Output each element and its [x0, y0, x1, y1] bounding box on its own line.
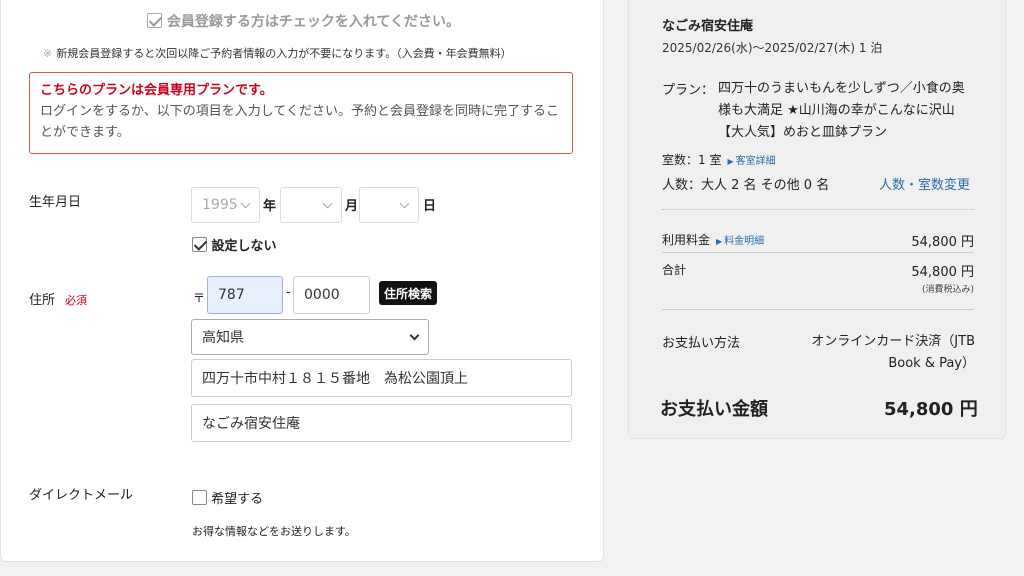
- member-register-checkbox[interactable]: [147, 13, 162, 28]
- direct-mail-label: ダイレクトメール: [29, 488, 134, 503]
- fee-detail-link[interactable]: 料金明細: [716, 236, 764, 247]
- birth-year-select[interactable]: 1995: [191, 187, 260, 223]
- change-people-rooms-link[interactable]: 人数・室数変更: [879, 174, 970, 193]
- divider: [662, 309, 974, 310]
- hotel-name: なごみ宿安住庵: [662, 19, 754, 34]
- birth-date-label: 生年月日: [29, 195, 82, 210]
- birth-no-set-row[interactable]: 設定しない: [192, 235, 277, 254]
- member-register-checkbox-row[interactable]: 会員登録する方はチェックを入れてください。: [147, 11, 460, 31]
- rooms-text: 室数：1 室: [662, 153, 722, 167]
- direct-mail-checkbox-row[interactable]: 希望する: [192, 488, 263, 507]
- tax-note: (消費税込み): [921, 285, 974, 295]
- birth-year-value: 1995: [202, 197, 238, 213]
- room-detail-link[interactable]: 客室詳細: [727, 156, 775, 167]
- chevron-down-icon: [322, 198, 333, 208]
- plan-label: プラン：: [662, 83, 715, 98]
- people-text: 人数：大人 2 名 その他 0 名: [662, 178, 830, 193]
- chevron-down-icon: [409, 330, 420, 340]
- birth-no-set-checkbox[interactable]: [192, 237, 207, 252]
- postal-mark: 〒: [193, 291, 206, 305]
- divider: [662, 252, 974, 253]
- fee-label: 利用料金: [662, 233, 711, 247]
- prefecture-value: 高知県: [202, 330, 244, 346]
- month-unit: 月: [345, 199, 359, 214]
- chevron-down-icon: [399, 198, 410, 208]
- alert-title: こちらのプランは会員専用プランです。: [40, 83, 273, 98]
- reservation-form-card: 会員登録する方はチェックを入れてください。 ※ 新規会員登録すると次回以降ご予約者…: [0, 0, 604, 562]
- total-label: 合計: [662, 263, 687, 277]
- rooms-row: 室数：1 室客室詳細: [662, 151, 776, 168]
- address-label: 住所: [29, 293, 56, 308]
- fee-value: 54,800 円: [911, 235, 974, 250]
- year-unit: 年: [263, 199, 277, 214]
- payment-amount-value: 54,800 円: [884, 399, 978, 420]
- member-note-text: 新規会員登録すると次回以降ご予約者情報の入力が不要になります。（入会費・年会費無…: [56, 47, 512, 60]
- total-value: 54,800 円: [911, 265, 974, 280]
- postal-code-second-input[interactable]: 0000: [293, 276, 370, 314]
- payment-amount-label: お支払い金額: [660, 399, 768, 420]
- address-line1-input[interactable]: 四万十市中村１８１５番地 為松公園頂上: [191, 359, 572, 397]
- member-register-label: 会員登録する方はチェックを入れてください。: [166, 14, 461, 30]
- member-only-alert: こちらのプランは会員専用プランです。 ログインをするか、以下の項目を入力してくだ…: [29, 72, 573, 154]
- required-badge: 必須: [65, 294, 88, 307]
- chevron-down-icon: [240, 198, 251, 208]
- alert-body: ログインをするか、以下の項目を入力してください。予約と会員登録を同時に完了するこ…: [40, 104, 559, 140]
- payment-method-label: お支払い方法: [662, 336, 741, 351]
- address-label-row: 住所 必須: [29, 289, 87, 308]
- note-mark: ※: [43, 47, 53, 60]
- birth-no-set-label: 設定しない: [211, 239, 277, 254]
- reservation-summary-card: なごみ宿安住庵 2025/02/26(水)〜2025/02/27(木) 1 泊 …: [628, 0, 1006, 439]
- birth-month-select[interactable]: [280, 187, 342, 223]
- stay-dates: 2025/02/26(水)〜2025/02/27(木) 1 泊: [662, 41, 883, 55]
- address-search-button[interactable]: 住所検索: [379, 281, 438, 305]
- prefecture-select[interactable]: 高知県: [191, 319, 429, 355]
- direct-mail-checkbox[interactable]: [192, 490, 207, 505]
- postal-separator: -: [286, 285, 291, 300]
- member-note: ※ 新規会員登録すると次回以降ご予約者情報の入力が不要になります。（入会費・年会費…: [43, 45, 512, 61]
- plan-name: 四万十のうまいもんを少しずつ／小食の奥様も大満足 ★山川海の幸がこんなに沢山【大…: [718, 81, 965, 140]
- divider: [662, 209, 974, 210]
- payment-method-value: オンラインカード決済（JTB Book & Pay）: [811, 334, 975, 371]
- direct-mail-checkbox-label: 希望する: [211, 492, 264, 507]
- address-line2-input[interactable]: なごみ宿安住庵: [191, 404, 572, 442]
- birth-day-select[interactable]: [359, 187, 419, 223]
- postal-code-first-input[interactable]: 787: [207, 276, 283, 314]
- direct-mail-note: お得な情報などをお送りします。: [192, 525, 356, 538]
- day-unit: 日: [423, 199, 437, 214]
- fee-row: 利用料金料金明細: [662, 231, 764, 248]
